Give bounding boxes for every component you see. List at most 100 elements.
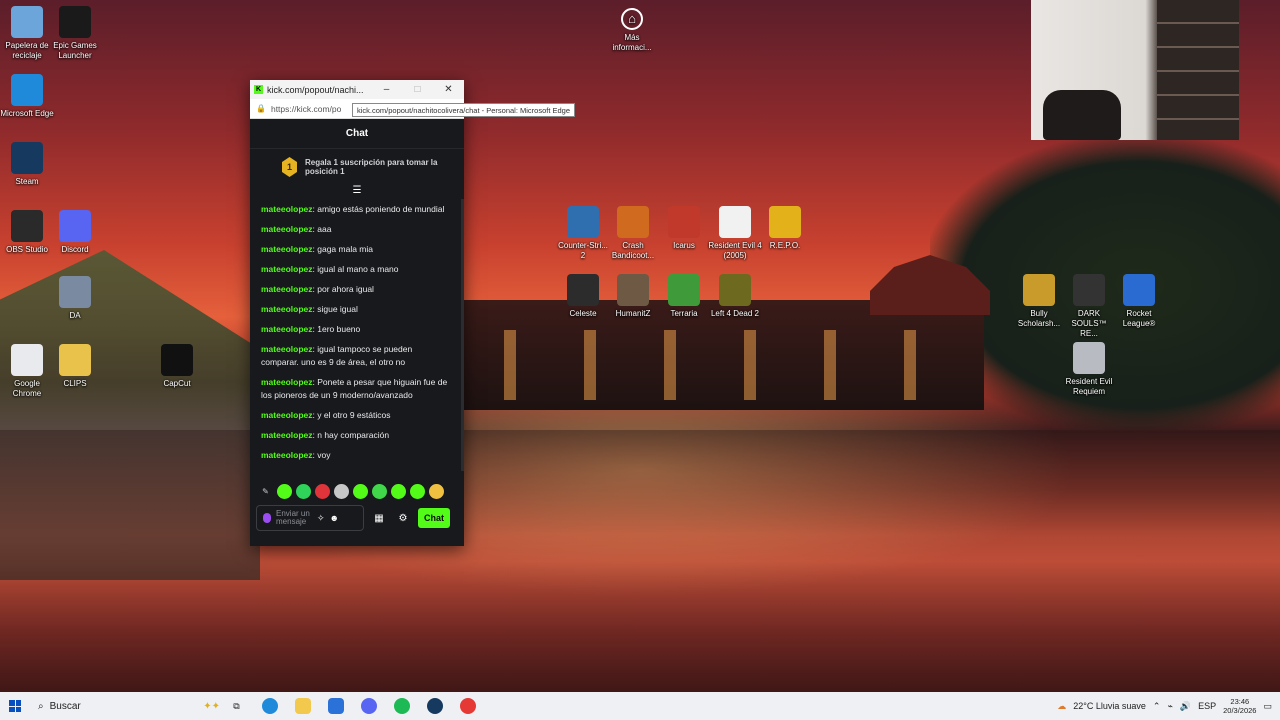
taskbar-discord[interactable]	[352, 698, 385, 714]
gift-sub-banner[interactable]: 1 Regala 1 suscripción para tomar la pos…	[250, 149, 464, 185]
taskbar-edge[interactable]	[253, 698, 286, 714]
chat-username[interactable]: mateeolopez	[261, 224, 313, 234]
weather-text[interactable]: 22°C Lluvia suave	[1073, 701, 1146, 711]
emote-icon[interactable]	[334, 483, 349, 499]
desktop-icon[interactable]: Steam	[0, 142, 54, 187]
desktop-game-icon[interactable]: Icarus	[657, 206, 711, 251]
desktop-icon[interactable]: CLIPS	[48, 344, 102, 389]
notifications-icon[interactable]: ▭	[1263, 701, 1272, 712]
chat-message-list[interactable]: mateeolopez: amigo estás poniendo de mun…	[250, 199, 464, 471]
steam-icon	[426, 698, 443, 714]
task-view-button[interactable]: ⧉	[220, 701, 253, 712]
desktop-icon[interactable]: OBS Studio	[0, 210, 54, 255]
emoji-icon[interactable]: ☻	[330, 513, 339, 523]
desktop-game-icon[interactable]: Crash Bandicoot...	[606, 206, 660, 261]
emote-icon[interactable]	[429, 483, 444, 499]
desktop-game-icon[interactable]: HumanitZ	[606, 274, 660, 319]
taskbar-spotify[interactable]	[385, 698, 418, 714]
network-icon[interactable]: ⌁	[1167, 701, 1172, 712]
rocket-league-icon	[1123, 274, 1155, 306]
desktop-game-icon[interactable]: Terraria	[657, 274, 711, 319]
chat-username[interactable]: mateeolopez	[261, 344, 313, 354]
desktop-game-icon[interactable]: Resident Evil 4 (2005)	[708, 206, 762, 261]
emote-icon[interactable]	[296, 483, 311, 499]
taskbar-recorder[interactable]	[451, 698, 484, 714]
chat-username[interactable]: mateeolopez	[261, 410, 313, 420]
emote-icon[interactable]	[391, 483, 406, 499]
chat-message: mateeolopez: n hay comparación	[261, 430, 390, 440]
desktop-icon[interactable]: CapCut	[150, 344, 204, 389]
chevron-down-icon[interactable]: ☰	[250, 185, 464, 199]
gift-icon[interactable]: ▦	[370, 513, 388, 524]
desktop-game-icon[interactable]: Rocket League®	[1112, 274, 1166, 329]
chat-composer: Enviar un mensaje ✧ ☻ ▦ ⚙ Chat	[250, 503, 464, 533]
desktop-icon-label: Counter-Stri... 2	[558, 241, 608, 260]
desktop-icon[interactable]: Microsoft Edge	[0, 74, 54, 119]
desktop-icon-label: Más informaci...	[612, 33, 652, 52]
chat-username[interactable]: mateeolopez	[261, 304, 313, 314]
desktop-icon-label: Resident Evil 4 (2005)	[708, 241, 762, 260]
chat-username[interactable]: mateeolopez	[261, 204, 313, 214]
taskbar-steam[interactable]	[418, 698, 451, 714]
taskbar-search[interactable]: ⌕ Buscar ✦✦	[30, 694, 220, 718]
start-button[interactable]	[0, 700, 30, 712]
desktop-game-icon[interactable]: Bully Scholarsh...	[1012, 274, 1066, 329]
desktop-icon-label: DARK SOULS™ RE...	[1071, 309, 1107, 338]
gear-icon[interactable]: ⚙	[394, 513, 412, 524]
chat-message: mateeolopez: por ahora igual	[261, 284, 374, 294]
volume-icon[interactable]: 🔊	[1180, 701, 1191, 712]
desktop-icon-label: OBS Studio	[6, 245, 48, 254]
cs2-icon	[567, 206, 599, 238]
desktop-icon[interactable]: Google Chrome	[0, 344, 54, 399]
lang-indicator[interactable]: ESP	[1198, 701, 1216, 711]
desktop-icon[interactable]: Papelera de reciclaje	[0, 6, 54, 61]
desktop-icon[interactable]: Epic Games Launcher	[48, 6, 102, 61]
chat-message-text: por ahora igual	[317, 284, 374, 294]
close-button[interactable]: ✕	[433, 84, 464, 95]
desktop-icon[interactable]: DA	[48, 276, 102, 321]
bully-icon	[1023, 274, 1055, 306]
search-label: Buscar	[49, 700, 81, 712]
desktop-game-icon[interactable]: Celeste	[556, 274, 610, 319]
chat-username[interactable]: mateeolopez	[261, 377, 313, 387]
re4-icon	[719, 206, 751, 238]
chat-input[interactable]: Enviar un mensaje ✧ ☻	[256, 505, 364, 531]
desktop-game-icon[interactable]: DARK SOULS™ RE...	[1062, 274, 1116, 339]
emote-icon[interactable]	[353, 483, 368, 499]
emote-icon[interactable]	[372, 483, 387, 499]
darksouls-icon	[1073, 274, 1105, 306]
chat-username[interactable]: mateeolopez	[261, 264, 313, 274]
search-highlight-icon: ✦✦	[203, 700, 220, 712]
desktop-icon-label: Discord	[61, 245, 89, 254]
chat-username[interactable]: mateeolopez	[261, 430, 313, 440]
desktop-game-icon[interactable]: Counter-Stri... 2	[556, 206, 610, 261]
desktop-icon-label: Celeste	[569, 309, 597, 318]
emote-icon[interactable]	[277, 483, 292, 499]
desktop-icon[interactable]: Discord	[48, 210, 102, 255]
window-titlebar[interactable]: K kick.com/popout/nachi... – □ ✕	[250, 80, 464, 99]
minimize-button[interactable]: –	[371, 84, 402, 95]
chat-username[interactable]: mateeolopez	[261, 450, 313, 460]
send-chat-button[interactable]: Chat	[418, 508, 450, 528]
chevron-up-icon[interactable]: ⌃	[1153, 701, 1161, 712]
chat-username[interactable]: mateeolopez	[261, 324, 313, 334]
emote-icon[interactable]	[315, 483, 330, 499]
desktop-game-icon[interactable]: Left 4 Dead 2	[708, 274, 762, 319]
microphone-icon[interactable]	[263, 513, 271, 523]
chat-message-text: gaga mala mia	[317, 244, 373, 254]
taskbar-mail[interactable]	[319, 698, 352, 714]
spotify-icon	[393, 698, 410, 714]
desktop-icon-info[interactable]: ⌂ Más informaci...	[605, 8, 659, 53]
emote-icon[interactable]	[410, 483, 425, 499]
chat-username[interactable]: mateeolopez	[261, 244, 313, 254]
desktop-game-icon[interactable]: Resident Evil Requiem	[1062, 342, 1116, 397]
desktop-game-icon[interactable]: R.E.P.O.	[758, 206, 812, 251]
clock[interactable]: 23:46 20/3/2026	[1223, 697, 1256, 715]
maximize-button[interactable]: □	[402, 84, 433, 95]
pencil-icon[interactable]: ✎	[258, 484, 273, 499]
kick-logo-icon: K	[254, 85, 263, 94]
chat-username[interactable]: mateeolopez	[261, 284, 313, 294]
taskbar-explorer[interactable]	[286, 698, 319, 714]
sparkle-icon[interactable]: ✧	[317, 513, 325, 524]
desktop-icon-label: Bully Scholarsh...	[1017, 309, 1061, 328]
